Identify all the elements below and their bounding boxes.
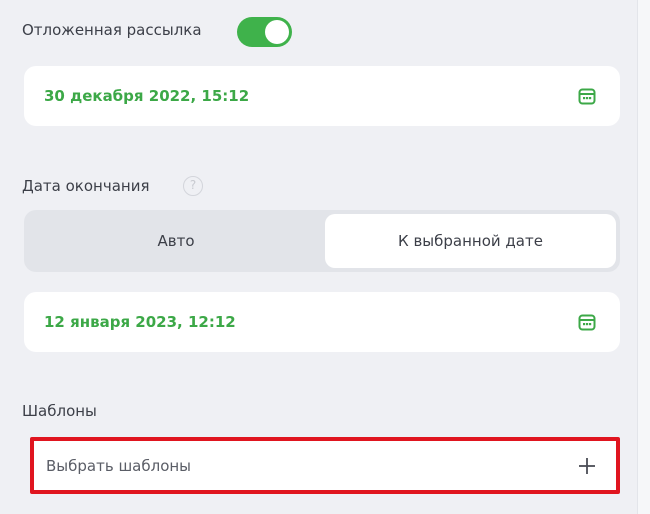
end-date-value: 12 января 2023, 12:12 <box>44 313 236 331</box>
end-date-field[interactable]: 12 января 2023, 12:12 <box>24 292 620 352</box>
deferred-send-toggle[interactable] <box>237 17 292 47</box>
select-templates-field[interactable]: Выбрать шаблоны <box>30 437 620 494</box>
end-date-mode-switch: Авто К выбранной дате <box>24 210 620 272</box>
toggle-knob <box>265 20 289 44</box>
calendar-icon[interactable] <box>578 87 596 105</box>
select-templates-placeholder: Выбрать шаблоны <box>46 456 192 475</box>
deferred-send-label: Отложенная рассылка <box>22 21 202 39</box>
templates-label: Шаблоны <box>22 402 97 420</box>
start-date-field[interactable]: 30 декабря 2022, 15:12 <box>24 66 620 126</box>
mailing-settings-panel: Отложенная рассылка 30 декабря 2022, 15:… <box>0 0 650 514</box>
end-date-label: Дата окончания <box>22 177 150 195</box>
calendar-icon[interactable] <box>578 313 596 331</box>
end-date-option-auto[interactable]: Авто <box>28 214 324 268</box>
help-circle-icon[interactable]: ? <box>183 176 203 196</box>
start-date-value: 30 декабря 2022, 15:12 <box>44 87 250 105</box>
panel-edge <box>637 0 650 514</box>
end-date-option-selected-date[interactable]: К выбранной дате <box>325 214 616 268</box>
plus-icon[interactable] <box>577 456 597 476</box>
